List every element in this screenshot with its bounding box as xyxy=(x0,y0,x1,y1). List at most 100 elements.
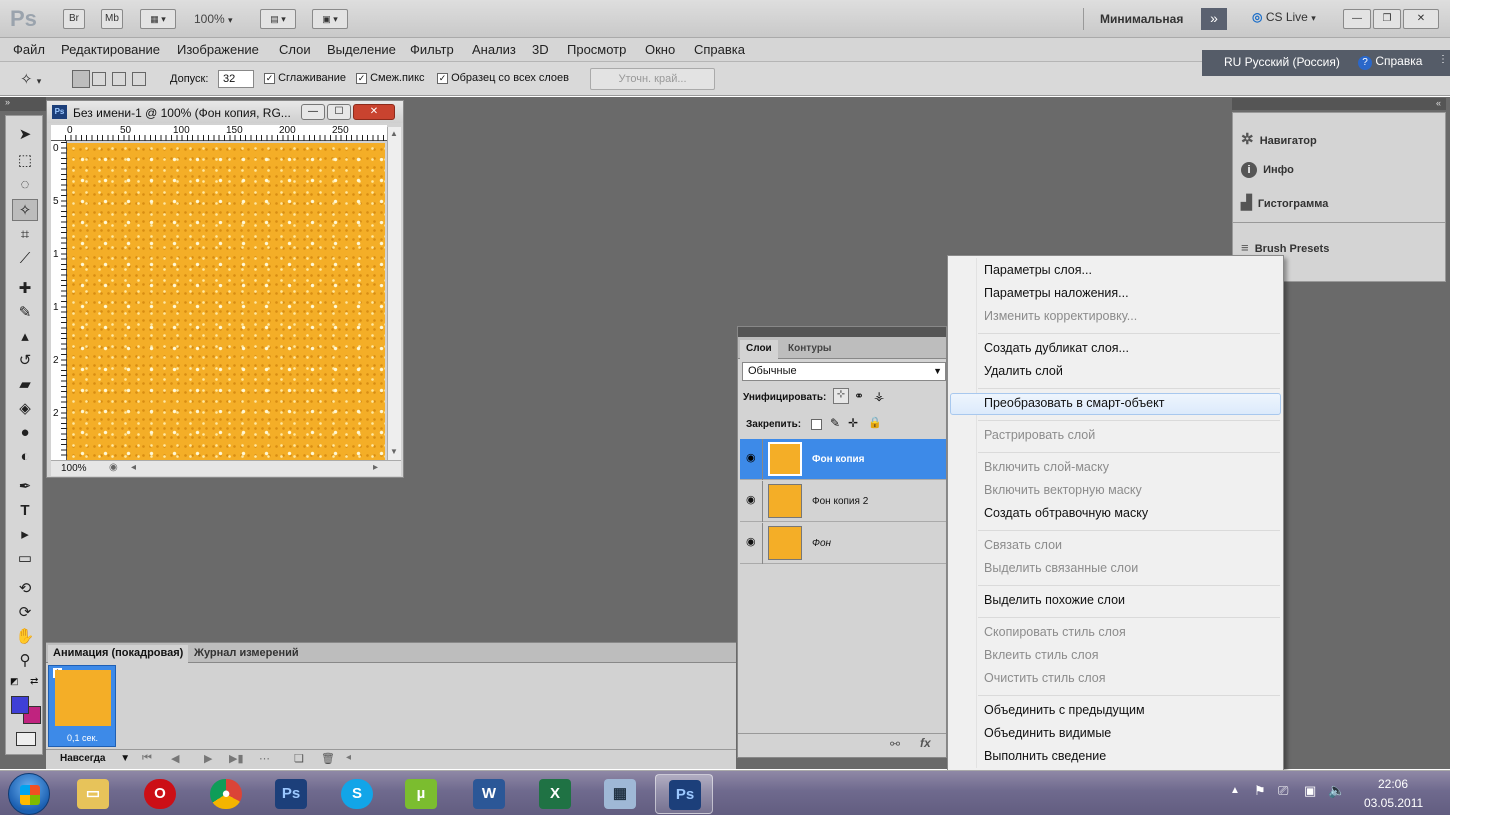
menu-select[interactable]: Выделение xyxy=(327,42,396,57)
workspace-switcher-button[interactable]: » xyxy=(1201,8,1227,30)
status-info-icon[interactable]: ◉ xyxy=(109,462,118,473)
show-hidden-icons-icon[interactable]: ▲ xyxy=(1230,785,1240,796)
taskbar-opera[interactable]: O xyxy=(131,774,189,814)
hand-tool-icon[interactable]: ✋ xyxy=(12,626,38,648)
document-canvas[interactable] xyxy=(67,143,385,460)
taskbar-word[interactable]: W xyxy=(460,774,518,814)
eraser-tool-icon[interactable]: ▰ xyxy=(12,374,38,396)
menu-window[interactable]: Окно xyxy=(645,42,675,57)
eye-icon[interactable]: ◉ xyxy=(746,535,756,548)
options-grip-icon[interactable]: ⋮ xyxy=(1438,54,1448,65)
menu-help[interactable]: Справка xyxy=(694,42,745,57)
3d-rotate-tool-icon[interactable]: ⟲ xyxy=(12,578,38,600)
menu-item-select-similar-layers[interactable]: Выделить похожие слои xyxy=(984,593,1125,607)
eye-icon[interactable]: ◉ xyxy=(746,451,756,464)
lasso-tool-icon[interactable]: ◌ xyxy=(12,174,38,196)
layer-row[interactable]: ◉ Фон xyxy=(740,523,946,564)
doc-minimize-button[interactable]: — xyxy=(301,104,325,120)
shape-tool-icon[interactable]: ▭ xyxy=(12,548,38,570)
healing-brush-tool-icon[interactable]: ✚ xyxy=(12,278,38,300)
unify-position-icon[interactable]: ⊹ xyxy=(833,388,849,404)
crop-tool-icon[interactable]: ⌗ xyxy=(12,224,38,246)
action-center-flag-icon[interactable]: ⚑ xyxy=(1254,783,1266,799)
document-title-bar[interactable]: Ps Без имени-1 @ 100% (Фон копия, RG... … xyxy=(47,101,403,123)
taskbar-skype[interactable]: S xyxy=(328,774,386,814)
vertical-scrollbar[interactable]: ▲ ▼ xyxy=(387,127,401,461)
menu-item-convert-to-smart-object[interactable]: Преобразовать в смарт-объект xyxy=(984,396,1164,410)
brush-tool-icon[interactable]: ✎ xyxy=(12,302,38,324)
layer-name[interactable]: Фон копия xyxy=(812,454,864,465)
scroll-left-icon[interactable]: ◂ xyxy=(131,462,136,473)
clock-date[interactable]: 03.05.2011 xyxy=(1364,796,1423,810)
menu-item-merge-down[interactable]: Объединить с предыдущим xyxy=(984,703,1145,717)
menu-item-create-clipping-mask[interactable]: Создать обтравочную маску xyxy=(984,506,1148,520)
menu-item-blending-options[interactable]: Параметры наложения... xyxy=(984,286,1129,300)
antialias-checkbox[interactable]: ✓ Сглаживание xyxy=(264,72,346,84)
sample-all-layers-checkbox[interactable]: ✓ Образец со всех слоев xyxy=(437,72,569,84)
animation-frame[interactable]: 1 0,1 сек. xyxy=(48,665,116,747)
unify-visibility-icon[interactable]: ⚭ xyxy=(854,389,864,403)
taskbar-photoshop-active[interactable]: Ps xyxy=(655,774,713,814)
menu-3d[interactable]: 3D xyxy=(532,42,549,57)
tab-paths[interactable]: Контуры xyxy=(782,340,837,359)
previous-frame-icon[interactable]: ◀ xyxy=(171,752,179,765)
foreground-color-swatch[interactable] xyxy=(11,696,29,714)
tab-layers[interactable]: Слои xyxy=(740,340,778,359)
unify-style-icon[interactable]: ⚶ xyxy=(874,389,884,403)
navigator-panel-button[interactable]: ✲ Навигатор xyxy=(1241,130,1317,148)
blend-mode-select[interactable]: Обычные ▼ xyxy=(742,362,946,381)
restore-button[interactable]: ❐ xyxy=(1373,9,1401,29)
tool-preset-picker[interactable]: ✧ ▾ xyxy=(20,70,41,88)
tab-measurement-log[interactable]: Журнал измерений xyxy=(189,645,304,663)
scroll-up-icon[interactable]: ▲ xyxy=(390,129,398,138)
clock-time[interactable]: 22:06 xyxy=(1378,777,1408,791)
layer-name[interactable]: Фон xyxy=(812,538,831,549)
lock-pixels-icon[interactable]: ✎ xyxy=(830,416,840,430)
path-selection-tool-icon[interactable]: ▸ xyxy=(12,524,38,546)
tolerance-input[interactable]: 32 xyxy=(218,70,254,88)
menu-layers[interactable]: Слои xyxy=(279,42,311,57)
zoom-level-dropdown[interactable]: 100% ▾ xyxy=(194,12,233,26)
zoom-tool-icon[interactable]: ⚲ xyxy=(12,650,38,672)
eye-icon[interactable]: ◉ xyxy=(746,493,756,506)
arrange-documents-button[interactable]: ▤ ▾ xyxy=(260,9,296,29)
play-icon[interactable]: ▶ xyxy=(204,752,212,765)
info-panel-button[interactable]: i Инфо xyxy=(1241,162,1294,178)
panel-collapse[interactable]: « xyxy=(1232,98,1446,110)
menu-image[interactable]: Изображение xyxy=(177,42,259,57)
default-colors-icon[interactable]: ◩ xyxy=(10,676,19,687)
doc-maximize-button[interactable]: ☐ xyxy=(327,104,351,120)
taskbar-excel[interactable]: X xyxy=(526,774,584,814)
menu-item-delete-layer[interactable]: Удалить слой xyxy=(984,364,1063,378)
pen-tool-icon[interactable]: ✒ xyxy=(12,476,38,498)
frame-delay[interactable]: 0,1 сек. xyxy=(67,733,98,743)
move-tool-icon[interactable]: ➤ xyxy=(12,124,38,146)
blur-tool-icon[interactable]: ● xyxy=(12,422,38,444)
workspace-name[interactable]: Минимальная xyxy=(1100,12,1183,26)
tween-icon[interactable]: ⋯ xyxy=(259,752,270,765)
bridge-button[interactable]: Br xyxy=(63,9,85,29)
menu-item-merge-visible[interactable]: Объединить видимые xyxy=(984,726,1111,740)
subtract-selection-icon[interactable] xyxy=(112,72,126,86)
taskbar-explorer[interactable]: ▭ xyxy=(64,774,122,814)
taskbar-chrome[interactable]: ● xyxy=(197,774,255,814)
fx-icon[interactable]: fx xyxy=(920,736,931,750)
menu-view[interactable]: Просмотр xyxy=(567,42,626,57)
refine-edge-button[interactable]: Уточн. край... xyxy=(590,68,715,90)
menu-analysis[interactable]: Анализ xyxy=(472,42,516,57)
dodge-tool-icon[interactable]: ◐ xyxy=(12,446,38,468)
history-brush-tool-icon[interactable]: ↺ xyxy=(12,350,38,372)
scroll-left-icon[interactable]: ◂ xyxy=(346,752,351,763)
delete-frame-icon[interactable]: 🗑 xyxy=(321,752,335,765)
type-tool-icon[interactable]: T xyxy=(12,500,38,522)
taskbar-calculator[interactable]: ▦ xyxy=(591,774,649,814)
swap-colors-icon[interactable]: ⇄ xyxy=(30,676,38,687)
mini-bridge-button[interactable]: Mb xyxy=(101,9,123,29)
lock-position-icon[interactable]: ✛ xyxy=(848,416,858,430)
close-button[interactable]: ✕ xyxy=(1403,9,1439,29)
safely-remove-icon[interactable]: ⎚ xyxy=(1278,783,1288,799)
menu-edit[interactable]: Редактирование xyxy=(61,42,160,57)
paint-bucket-tool-icon[interactable]: ◈ xyxy=(12,398,38,420)
layer-row[interactable]: ◉ Фон копия xyxy=(740,439,946,480)
intersect-selection-icon[interactable] xyxy=(132,72,146,86)
